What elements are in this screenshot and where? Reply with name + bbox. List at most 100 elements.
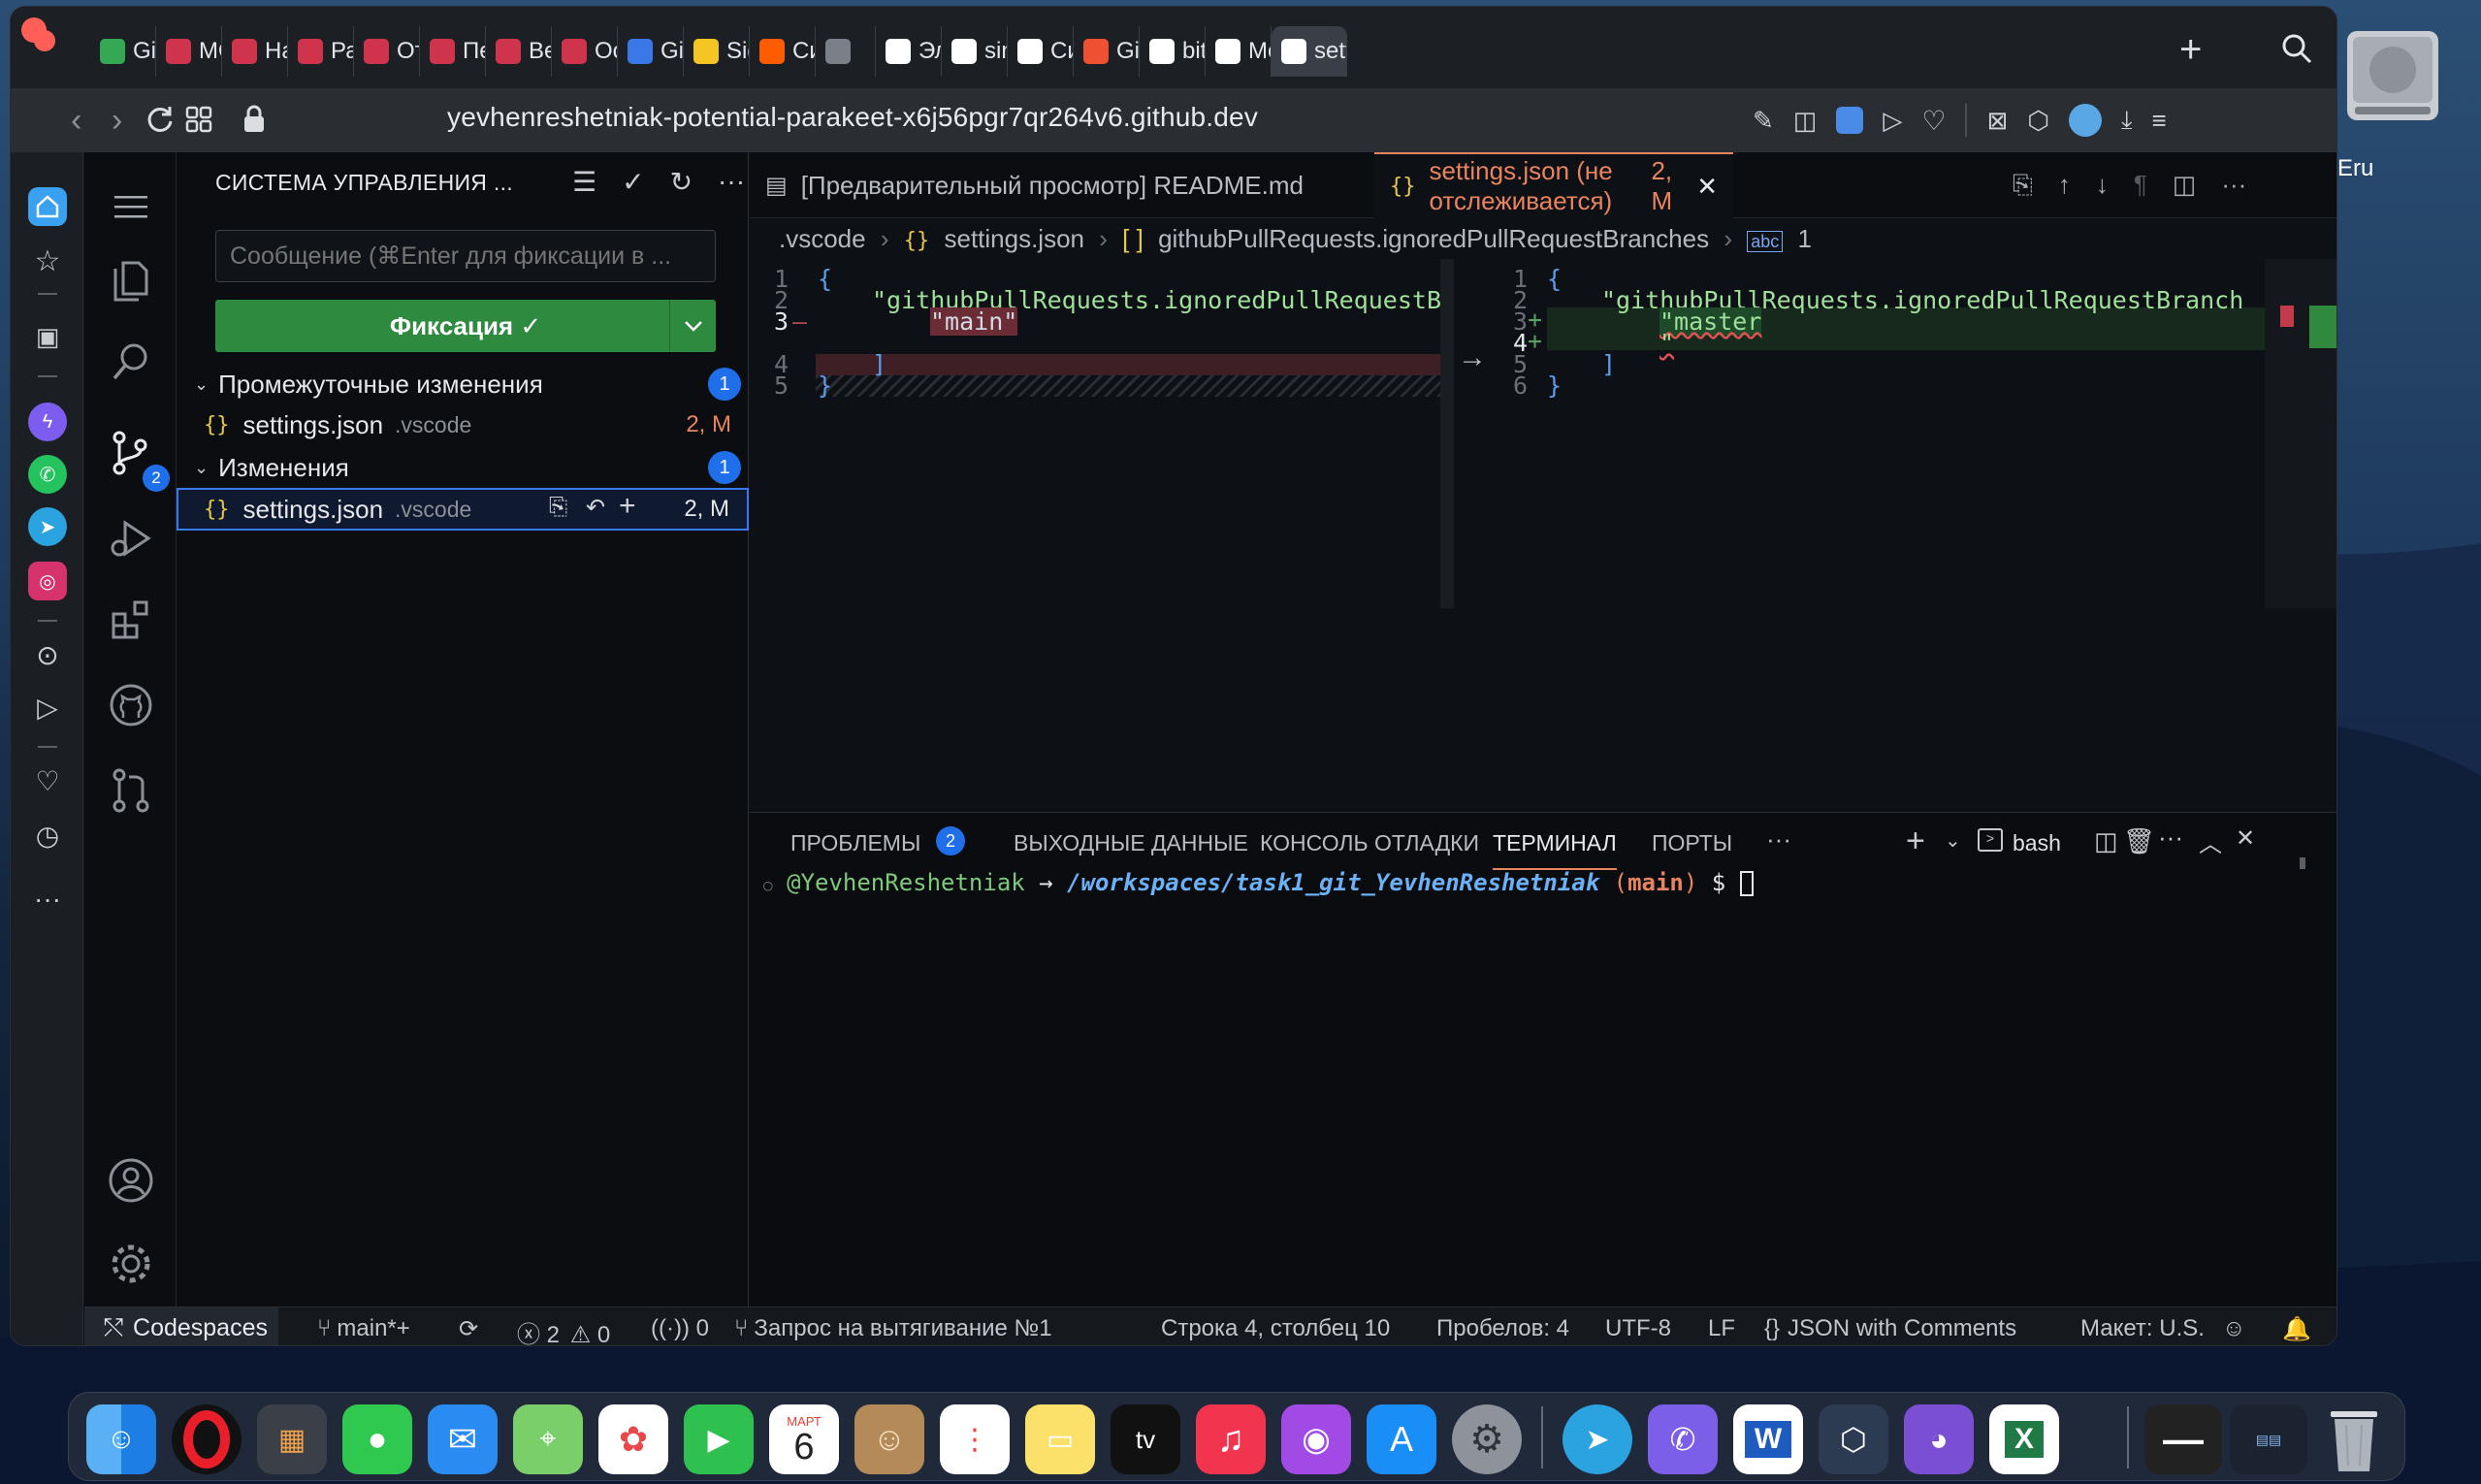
discard-changes-icon[interactable]: ↶ (586, 494, 605, 522)
tab-debug-console[interactable]: КОНСОЛЬ ОТЛАДКИ (1260, 830, 1479, 856)
new-tab-button[interactable]: + (2179, 28, 2202, 72)
split-editor-icon[interactable]: ◫ (2173, 170, 2197, 201)
hard-drive-icon[interactable] (2339, 21, 2446, 130)
browser-tab[interactable]: Осн (552, 26, 618, 77)
keyboard-layout[interactable]: Макет: U.S. (2080, 1315, 2205, 1342)
open-file-icon[interactable]: ⎘ (2013, 170, 2033, 201)
extension-puzzle-icon[interactable]: ⊠ (1986, 106, 2008, 136)
indentation[interactable]: Пробелов: 4 (1436, 1315, 1569, 1342)
browser-tab[interactable]: Sign (684, 26, 750, 77)
diff-modified-pane[interactable]: 1 2 3 4 5 6 + + { "githubPullRequests.ig… (1489, 259, 2336, 608)
url-field[interactable]: yevhenreshetniak-potential-parakeet-x6j5… (447, 102, 1258, 133)
messages-icon[interactable]: ● (342, 1404, 412, 1474)
calendar-icon[interactable]: МАРТ 6 (769, 1404, 839, 1474)
diff-original-pane[interactable]: 1 2 3 4 5 — { "githubPullRequests.ignore… (750, 259, 1454, 608)
back-button[interactable]: ‹ (71, 102, 81, 140)
send-icon[interactable]: ▷ (1883, 106, 1902, 136)
commit-check-icon[interactable]: ✓ (622, 166, 644, 198)
more-rail-icon[interactable]: ··· (28, 880, 67, 919)
browser-tab[interactable]: Син (1008, 26, 1074, 77)
panel-more-icon[interactable]: ··· (1766, 824, 1791, 855)
maximize-panel-icon[interactable]: ︿ (2199, 824, 2222, 858)
reload-icon[interactable] (145, 104, 176, 135)
browser-tab[interactable]: settin (1272, 26, 1347, 77)
run-debug-icon[interactable] (106, 513, 156, 564)
github-icon[interactable] (106, 680, 156, 730)
browser-tab[interactable]: Git_ (618, 26, 684, 77)
remote-indicator[interactable]: ⤲ Codespaces (84, 1307, 278, 1345)
podcasts-icon[interactable]: ◉ (1281, 1404, 1351, 1474)
star-icon[interactable]: ☆ (28, 242, 67, 280)
changed-file-item[interactable]: {} settings.json .vscode ⎘ ↶ + 2, M (177, 488, 749, 531)
tab-problems[interactable]: ПРОБЛЕМЫ (790, 830, 920, 856)
pilcrow-icon[interactable]: ¶ (2134, 170, 2147, 201)
home-icon[interactable] (28, 187, 67, 226)
close-tab-icon[interactable]: ✕ (1696, 172, 1718, 202)
terminal-output[interactable]: ○ @YevhenReshetniak → /workspaces/task1_… (763, 869, 1754, 896)
trash-icon[interactable]: 🗑 (2123, 826, 2155, 856)
photos-icon[interactable]: ✿ (598, 1404, 668, 1474)
notifications-bell-icon[interactable]: 🔔 (2282, 1315, 2311, 1343)
maps-icon[interactable]: ⌖ (513, 1404, 583, 1474)
browser-tab[interactable]: Git - (1074, 26, 1140, 77)
edit-page-icon[interactable]: ✎ (1753, 106, 1774, 136)
cube-icon[interactable]: ⬡ (2027, 106, 2049, 136)
browser-tab[interactable]: Отм (354, 26, 420, 77)
notes-icon[interactable]: ▭ (1025, 1404, 1095, 1474)
tab-output[interactable]: ВЫХОДНЫЕ ДАННЫЕ (1014, 830, 1248, 856)
search-tabs-icon[interactable] (2280, 32, 2313, 65)
instagram-icon[interactable]: ◎ (28, 562, 67, 600)
next-change-icon[interactable]: ↓ (2096, 170, 2109, 201)
browser-tab[interactable]: Пер (420, 26, 486, 77)
vpn-shield-icon[interactable] (1836, 107, 1864, 134)
terminal-more-icon[interactable]: ··· (2158, 823, 2183, 853)
recent-window-thumbnail[interactable]: ▤▤ (2230, 1404, 2307, 1474)
word-icon[interactable]: W (1733, 1404, 1803, 1474)
extensions-icon[interactable] (106, 595, 156, 645)
browser-tab[interactable]: Сим (750, 26, 816, 77)
settings-gear-icon[interactable] (106, 1239, 156, 1289)
accounts-icon[interactable] (106, 1155, 156, 1206)
download-icon[interactable]: ⤓ (2121, 105, 2133, 136)
excel-icon[interactable]: X (1989, 1404, 2059, 1474)
scrollbar[interactable] (1440, 259, 1454, 608)
breadcrumb-file[interactable]: settings.json (944, 224, 1084, 253)
tab-grid-icon[interactable] (185, 106, 212, 133)
launchpad-icon[interactable]: ▦ (257, 1404, 327, 1474)
app-store-icon[interactable]: A (1367, 1404, 1436, 1474)
new-terminal-icon[interactable]: + (1906, 823, 1925, 860)
problems-indicator[interactable]: ⓧ 2 ⚠ 0 (517, 1315, 610, 1345)
encoding[interactable]: UTF-8 (1605, 1315, 1671, 1342)
browser-tab[interactable]: bitb (1140, 26, 1206, 77)
shell-name[interactable]: bash (2013, 830, 2061, 856)
browser-tab[interactable]: Git_ (90, 26, 156, 77)
editor-more-icon[interactable]: ··· (2221, 170, 2246, 201)
refresh-icon[interactable]: ↻ (670, 166, 693, 198)
breadcrumb-folder[interactable]: .vscode (779, 224, 866, 253)
contacts-icon[interactable]: ☺ (854, 1404, 924, 1474)
telegram-icon[interactable]: ➤ (1563, 1404, 1632, 1474)
browser-tab[interactable]: Вет (486, 26, 552, 77)
forward-button[interactable]: › (112, 102, 122, 140)
hamburger-menu-icon[interactable] (106, 181, 156, 232)
browser-tab[interactable] (816, 26, 876, 77)
commit-message-input[interactable] (215, 230, 716, 282)
music-icon[interactable]: ♫ (1196, 1404, 1266, 1474)
end-of-line[interactable]: LF (1708, 1315, 1735, 1342)
breadcrumb-key[interactable]: githubPullRequests.ignoredPullRequestBra… (1158, 224, 1709, 253)
open-file-icon[interactable]: ⎘ (549, 494, 567, 521)
tab-settings-json[interactable]: {} settings.json (не отслеживается) 2, M… (1374, 152, 1733, 218)
changes-group[interactable]: ⌄ Изменения 1 (177, 447, 749, 488)
messenger-icon[interactable]: ϟ (28, 403, 67, 441)
opera-icon[interactable] (172, 1404, 242, 1474)
tab-terminal[interactable]: ТЕРМИНАЛ (1493, 830, 1617, 870)
apple-tv-icon[interactable]: tv (1111, 1404, 1180, 1474)
telegram-icon[interactable]: ➤ (28, 507, 67, 546)
previous-change-icon[interactable]: ↑ (2058, 170, 2071, 201)
feedback-icon[interactable]: ☺ (2222, 1315, 2246, 1342)
github-desktop-icon[interactable]: ◕ (1904, 1404, 1974, 1474)
pull-requests-icon[interactable] (106, 765, 156, 816)
ports-indicator[interactable]: ((·)) 0 (651, 1315, 709, 1342)
finder-icon[interactable]: ☺ (86, 1404, 156, 1474)
lock-icon[interactable] (242, 104, 267, 135)
